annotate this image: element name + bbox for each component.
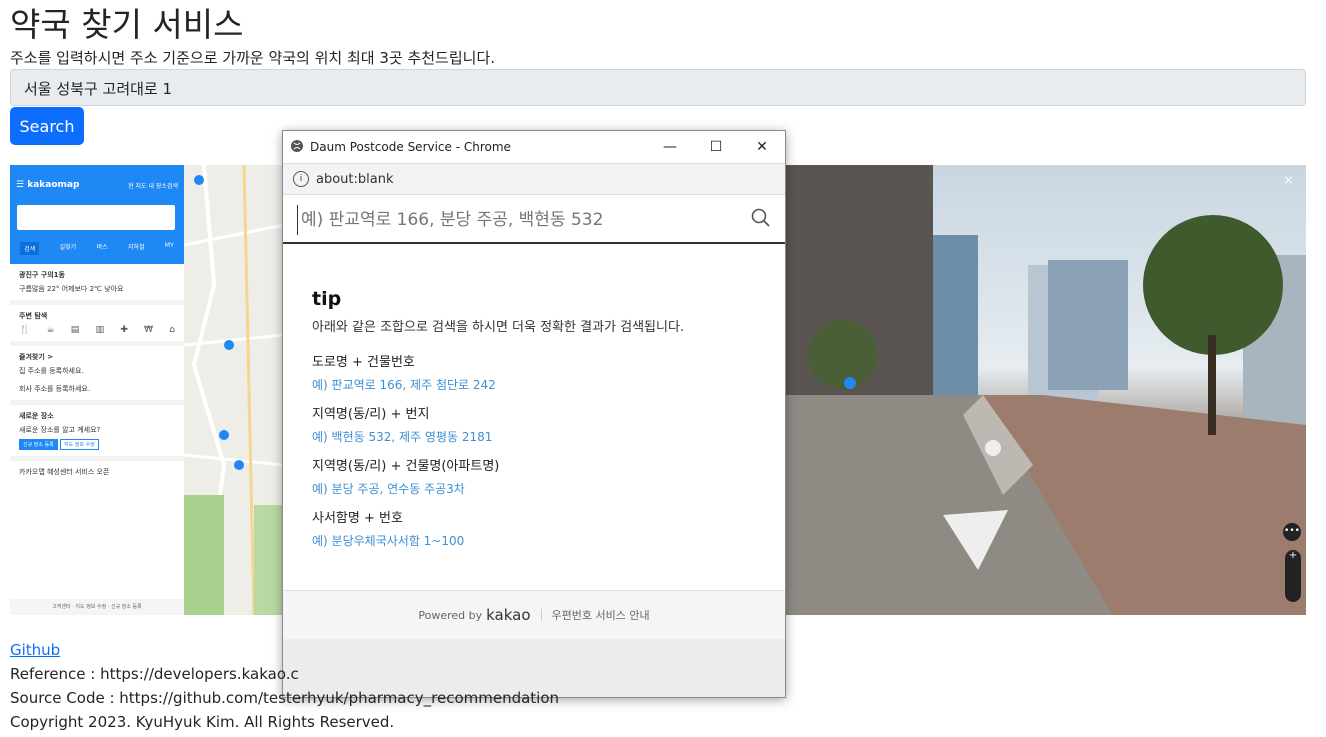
tip-key: 지역명(동/리) + 건물명(아파트명)	[312, 459, 500, 474]
kakao-search-input[interactable]	[17, 205, 175, 230]
notice[interactable]: 카카오맵 혜성센터 서비스 오픈	[10, 461, 184, 483]
info-icon[interactable]: i	[293, 171, 309, 187]
popup-footer: Powered by kakao 우편번호 서비스 안내	[283, 590, 785, 639]
postcode-guide-link[interactable]: 우편번호 서비스 안내	[552, 607, 650, 623]
roadview-scene	[783, 165, 1306, 615]
kakao-footer: 고객센터 · 지도 정보 수정 · 신규 장소 등록	[10, 599, 184, 615]
edit-map-button[interactable]: 지도 정보 수정	[60, 439, 99, 450]
kakao-tabs: 검색 길찾기 버스 지하철 MY	[10, 242, 184, 255]
reference-text: Reference : https://developers.kakao.c	[10, 665, 299, 683]
source-code-text: Source Code : https://github.com/testerh…	[10, 689, 560, 707]
github-link[interactable]: Github	[10, 641, 60, 659]
tip-key: 지역명(동/리) + 번지	[312, 407, 430, 422]
roadview-panel[interactable]: × ••• +	[783, 165, 1306, 615]
tip-key: 도로명 + 건물번호	[312, 355, 415, 370]
popup-address-bar: i about:blank	[283, 163, 785, 195]
kakao-sidebar: ☰ kakaomap 현 지도 내 장소검색 검색 길찾기 버스 지하철 MY …	[10, 165, 185, 615]
nearby-icons[interactable]: 🍴 ☕ ▤ ▥ ✚ ₩ ⌂	[19, 325, 175, 335]
powered-by-label: Powered by	[418, 608, 483, 622]
fav-work[interactable]: 회사 주소를 등록하세요.	[19, 384, 175, 394]
kakao-tab-subway[interactable]: 지하철	[128, 242, 145, 255]
postcode-search-bar	[283, 195, 785, 244]
zoom-control[interactable]: +	[1285, 550, 1301, 602]
kakaomap-logo: ☰ kakaomap	[16, 180, 80, 190]
tip-example[interactable]: 예) 백현동 532, 제주 영평동 2181	[312, 428, 756, 445]
minimize-icon[interactable]: —	[647, 131, 693, 163]
kakao-tab-search[interactable]: 검색	[20, 242, 40, 255]
maximize-icon[interactable]: ☐	[693, 131, 739, 163]
subway-icon[interactable]: ▥	[96, 325, 105, 335]
close-icon[interactable]: ✕	[739, 131, 785, 163]
address-input[interactable]: 서울 성북구 고려대로 1	[10, 69, 1306, 106]
page-description: 주소를 입력하시면 주소 기준으로 가까운 약국의 위치 최대 3곳 추천드립니…	[10, 49, 496, 67]
tip-example[interactable]: 예) 분당우체국사서함 1~100	[312, 532, 756, 549]
location-title: 광진구 구의1동	[19, 271, 65, 279]
more-icon[interactable]: •••	[1283, 523, 1301, 541]
area-search-link[interactable]: 현 지도 내 장소검색	[128, 181, 178, 190]
footer-divider	[540, 609, 542, 621]
popup-title: Daum Postcode Service - Chrome	[310, 140, 511, 154]
tip-key: 사서함명 + 번호	[312, 511, 403, 526]
kakao-logo[interactable]: kakao	[486, 606, 530, 624]
tip-section: tip 아래와 같은 조합으로 검색을 하시면 더욱 정확한 결과가 검색됩니다…	[283, 244, 785, 590]
page-footer: Github Reference : https://developers.ka…	[10, 638, 559, 734]
page-title: 약국 찾기 서비스	[10, 5, 244, 44]
pharmacy-icon[interactable]: ✚	[120, 325, 128, 335]
cafe-icon[interactable]: ☕	[46, 325, 54, 335]
nearby-title: 주변 탐색	[19, 312, 48, 320]
kakao-tab-bus[interactable]: 버스	[97, 242, 108, 255]
bank-icon[interactable]: ₩	[144, 325, 153, 335]
kakao-tab-directions[interactable]: 길찾기	[60, 242, 77, 255]
favorites-title[interactable]: 즐겨찾기 >	[19, 352, 175, 362]
location-weather: 구름많음 22° 어제보다 2℃ 낮아요	[19, 285, 124, 293]
map-canvas[interactable]	[183, 165, 285, 615]
popup-titlebar[interactable]: Daum Postcode Service - Chrome — ☐ ✕	[283, 131, 785, 163]
fav-home[interactable]: 집 주소를 등록하세요.	[19, 366, 175, 376]
globe-icon	[290, 139, 304, 156]
tip-example[interactable]: 예) 판교역로 166, 제주 첨단로 242	[312, 376, 756, 393]
map-roads	[183, 165, 285, 615]
tip-example[interactable]: 예) 분당 주공, 연수동 주공3차	[312, 480, 756, 497]
search-button[interactable]: Search	[10, 107, 84, 145]
new-place-button[interactable]: 신규 장소 등록	[19, 439, 58, 450]
postcode-popup-window[interactable]: Daum Postcode Service - Chrome — ☐ ✕ i a…	[282, 130, 786, 698]
restaurant-icon[interactable]: 🍴	[19, 325, 30, 335]
store-icon[interactable]: ⌂	[169, 325, 175, 335]
bus-icon[interactable]: ▤	[71, 325, 80, 335]
close-icon[interactable]: ×	[1283, 173, 1294, 188]
new-place-title: 새로운 장소	[19, 412, 54, 420]
search-icon[interactable]	[751, 208, 771, 232]
kakao-tab-my[interactable]: MY	[165, 242, 174, 255]
postcode-search-input[interactable]	[297, 205, 743, 235]
tip-description: 아래와 같은 조합으로 검색을 하시면 더욱 정확한 결과가 검색됩니다.	[312, 320, 685, 335]
tip-title: tip	[312, 288, 342, 310]
popup-url: about:blank	[316, 171, 394, 187]
copyright-text: Copyright 2023. KyuHyuk Kim. All Rights …	[10, 713, 395, 731]
new-place-desc: 새로운 장소를 알고 계세요?	[19, 426, 101, 434]
